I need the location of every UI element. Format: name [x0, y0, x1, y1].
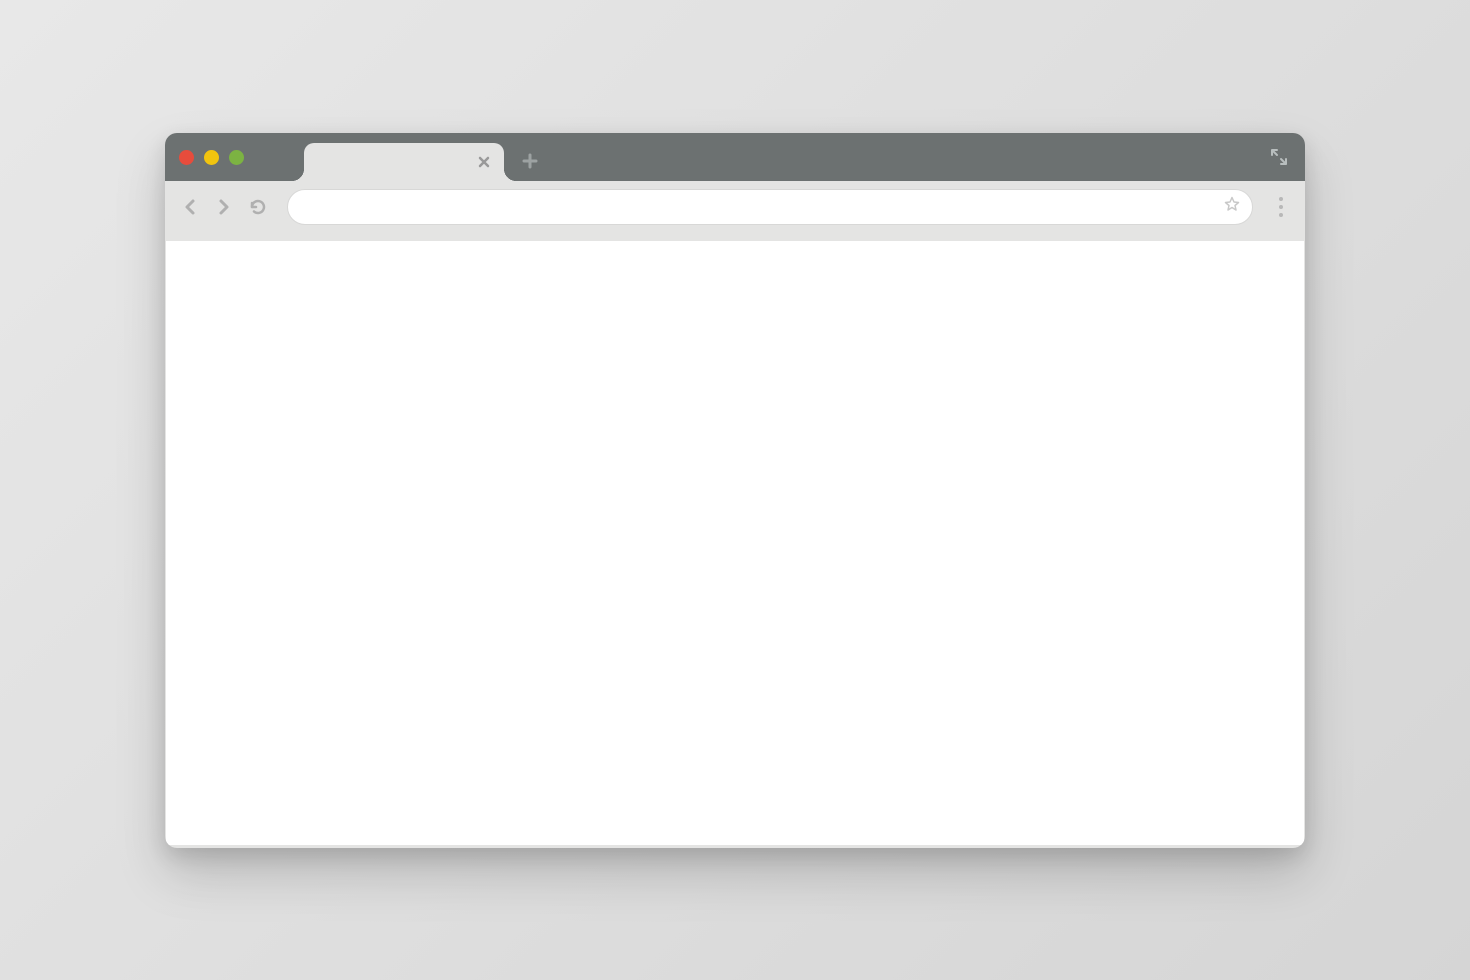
tab-bar [165, 133, 1305, 181]
chevron-right-icon [217, 198, 231, 216]
window-maximize-button[interactable] [229, 150, 244, 165]
fullscreen-button[interactable] [1269, 147, 1289, 172]
star-icon [1224, 196, 1240, 212]
menu-button[interactable] [1269, 194, 1293, 220]
browser-tab[interactable] [304, 143, 504, 181]
window-close-button[interactable] [179, 150, 194, 165]
address-input[interactable] [300, 199, 1224, 215]
window-controls [179, 150, 244, 165]
dots-vertical-icon [1279, 197, 1283, 201]
browser-toolbar [165, 181, 1305, 233]
chevron-left-icon [183, 198, 197, 216]
expand-icon [1269, 147, 1289, 167]
bookmark-button[interactable] [1224, 196, 1240, 217]
reload-icon [249, 198, 267, 216]
address-bar[interactable] [287, 189, 1253, 225]
window-minimize-button[interactable] [204, 150, 219, 165]
new-tab-button[interactable] [522, 153, 538, 169]
close-tab-icon[interactable] [478, 156, 490, 168]
reload-button[interactable] [245, 194, 271, 220]
content-separator [165, 233, 1305, 241]
plus-icon [522, 153, 538, 169]
browser-window [165, 133, 1305, 848]
content-area [166, 241, 1304, 845]
back-button[interactable] [177, 194, 203, 220]
forward-button[interactable] [211, 194, 237, 220]
